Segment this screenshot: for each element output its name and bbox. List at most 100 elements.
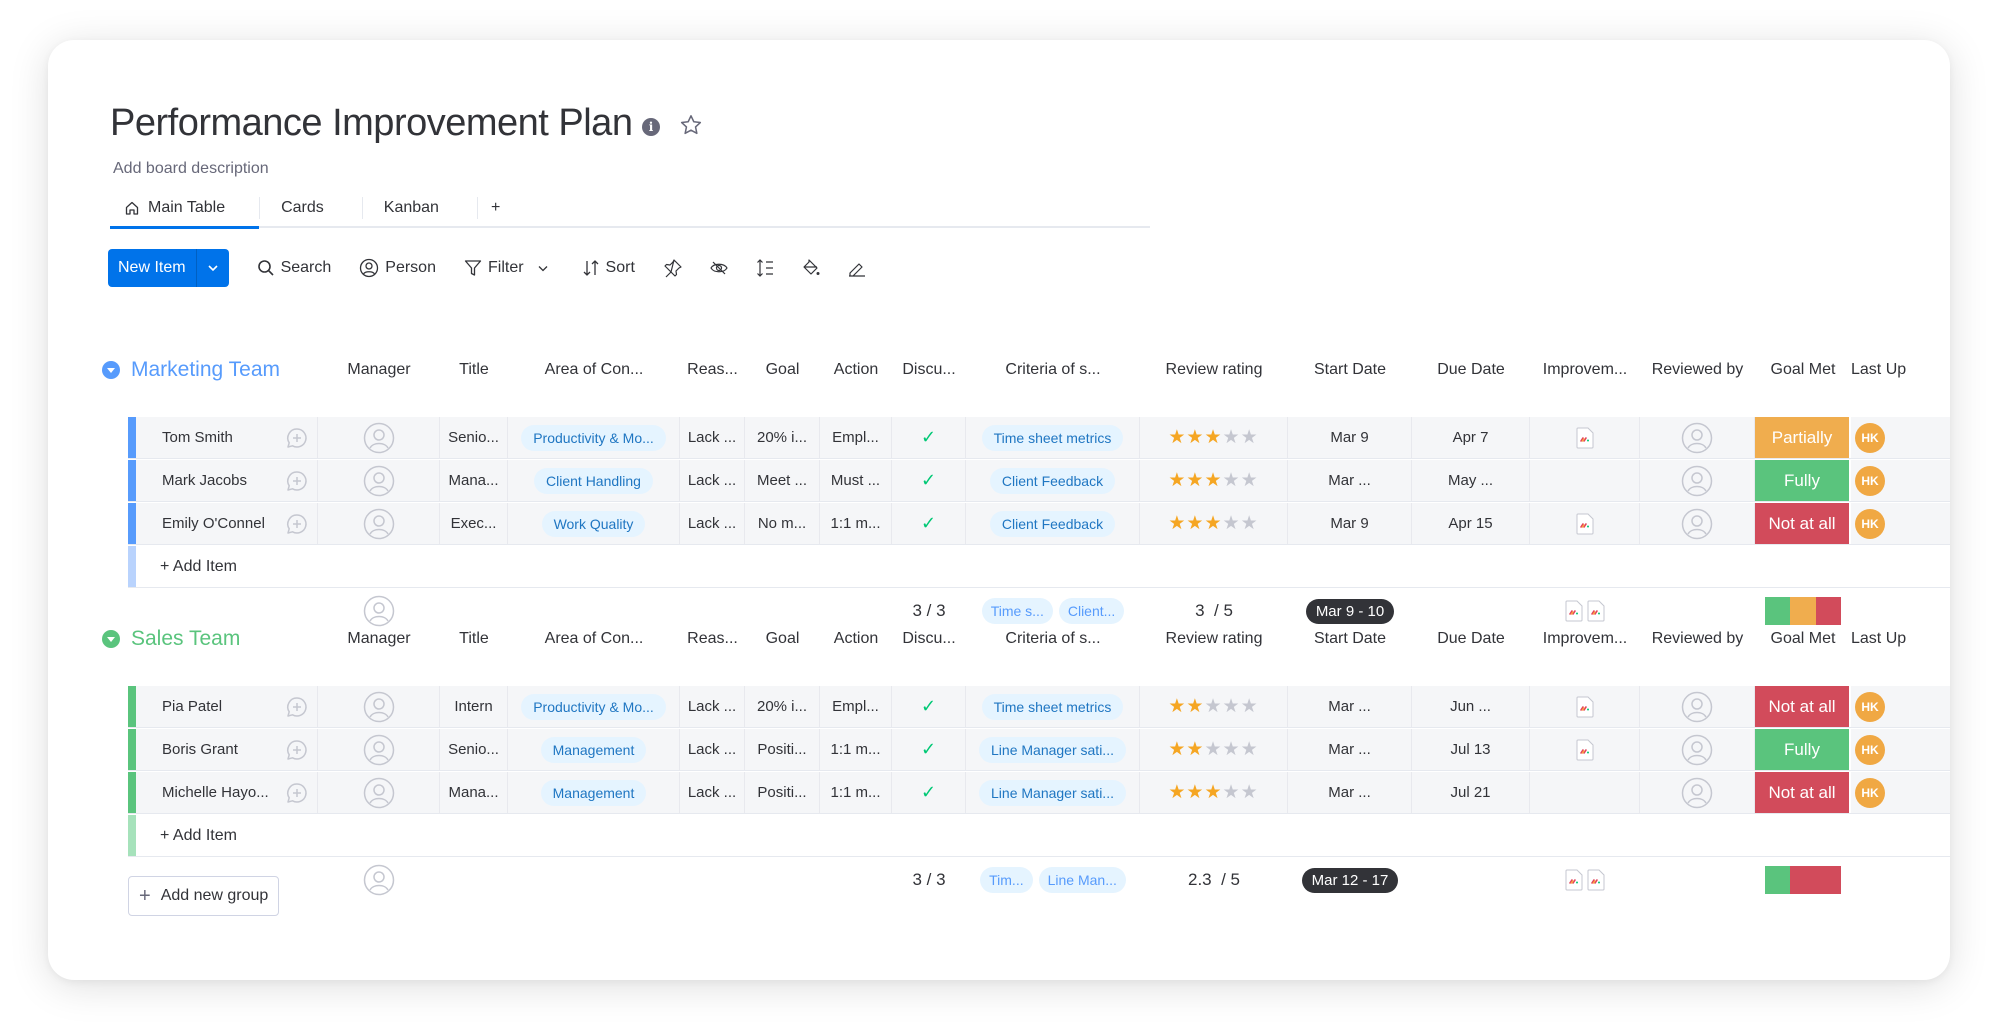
add-new-group-button[interactable]: + Add new group — [128, 876, 280, 916]
title-cell[interactable]: Mana... — [440, 772, 508, 813]
file-icon[interactable] — [1565, 869, 1583, 891]
star-empty-icon[interactable]: ★ — [1204, 739, 1222, 760]
person-placeholder-icon[interactable] — [1681, 465, 1713, 497]
star-filled-icon[interactable]: ★ — [1204, 513, 1222, 534]
rating-cell[interactable]: ★★★★★ — [1140, 686, 1288, 727]
add-item-input[interactable]: + Add Item — [160, 546, 237, 587]
pin-button[interactable] — [663, 258, 683, 278]
new-item-button[interactable]: New Item — [108, 249, 229, 287]
avatar[interactable]: HK — [1855, 777, 1885, 808]
item-name[interactable]: Tom Smith — [136, 417, 276, 458]
item-updates-cell[interactable] — [276, 417, 318, 458]
due-date-cell[interactable]: Apr 15 — [1412, 503, 1530, 544]
goal-met-cell[interactable]: Not at all — [1755, 772, 1851, 813]
area-cell[interactable]: Management — [508, 772, 680, 813]
star-filled-icon[interactable]: ★ — [1186, 782, 1204, 803]
item-name[interactable]: Emily O'Connel — [136, 503, 276, 544]
start-date-cell[interactable]: Mar ... — [1288, 460, 1412, 501]
discussed-cell[interactable]: ✓ — [892, 417, 966, 458]
person-filter-button[interactable]: Person — [359, 258, 436, 278]
star-filled-icon[interactable]: ★ — [1186, 696, 1204, 717]
star-rating[interactable]: ★★★★★ — [1168, 781, 1258, 804]
person-placeholder-icon[interactable] — [363, 734, 395, 766]
star-filled-icon[interactable]: ★ — [1168, 782, 1186, 803]
reason-cell[interactable]: Lack ... — [680, 686, 745, 727]
star-empty-icon[interactable]: ★ — [1241, 470, 1259, 491]
item-name[interactable]: Michelle Hayo... — [136, 772, 276, 813]
manager-cell[interactable] — [318, 729, 440, 770]
criteria-cell[interactable]: Time sheet metrics — [966, 686, 1140, 727]
item-updates-cell[interactable] — [276, 460, 318, 501]
improvement-file-cell[interactable] — [1530, 460, 1640, 501]
add-item-row[interactable]: + Add Item — [128, 546, 1950, 588]
column-header[interactable]: Reas... — [680, 619, 745, 659]
star-filled-icon[interactable]: ★ — [1186, 739, 1204, 760]
area-cell[interactable]: Productivity & Mo... — [508, 686, 680, 727]
star-filled-icon[interactable]: ★ — [1168, 427, 1186, 448]
improvement-file-cell[interactable] — [1530, 686, 1640, 727]
action-cell[interactable]: Must ... — [820, 460, 892, 501]
due-date-cell[interactable]: May ... — [1412, 460, 1530, 501]
star-filled-icon[interactable]: ★ — [1204, 470, 1222, 491]
column-header[interactable]: Goal — [745, 619, 820, 659]
add-update-icon[interactable] — [285, 695, 309, 719]
star-rating[interactable]: ★★★★★ — [1168, 695, 1258, 718]
reviewed-by-cell[interactable] — [1640, 729, 1755, 770]
title-cell[interactable]: Mana... — [440, 460, 508, 501]
discussed-cell[interactable]: ✓ — [892, 460, 966, 501]
action-cell[interactable]: Empl... — [820, 417, 892, 458]
reason-cell[interactable]: Lack ... — [680, 729, 745, 770]
due-date-cell[interactable]: Jun ... — [1412, 686, 1530, 727]
improvement-file-cell[interactable] — [1530, 729, 1640, 770]
board-title[interactable]: Performance Improvement Plan — [110, 102, 633, 145]
group-title[interactable]: Marketing Team — [131, 358, 280, 382]
column-header[interactable]: Title — [440, 619, 508, 659]
due-date-cell[interactable]: Jul 13 — [1412, 729, 1530, 770]
person-placeholder-icon[interactable] — [363, 691, 395, 723]
goal-cell[interactable]: Positi... — [745, 772, 820, 813]
manager-cell[interactable] — [318, 686, 440, 727]
reason-cell[interactable]: Lack ... — [680, 503, 745, 544]
new-item-main[interactable]: New Item — [108, 249, 197, 287]
item-updates-cell[interactable] — [276, 686, 318, 727]
criteria-cell[interactable]: Client Feedback — [966, 503, 1140, 544]
star-filled-icon[interactable]: ★ — [1168, 513, 1186, 534]
title-cell[interactable]: Senio... — [440, 729, 508, 770]
goal-cell[interactable]: Positi... — [745, 729, 820, 770]
star-empty-icon[interactable]: ★ — [1223, 427, 1241, 448]
person-placeholder-icon[interactable] — [363, 777, 395, 809]
star-rating[interactable]: ★★★★★ — [1168, 738, 1258, 761]
rating-cell[interactable]: ★★★★★ — [1140, 460, 1288, 501]
improvement-file-cell[interactable] — [1530, 772, 1640, 813]
column-header[interactable]: Title — [440, 350, 508, 390]
filter-button[interactable]: Filter — [464, 259, 554, 277]
improvement-file-cell[interactable] — [1530, 417, 1640, 458]
column-header[interactable]: Review rating — [1140, 350, 1288, 390]
goal-cell[interactable]: 20% i... — [745, 417, 820, 458]
action-cell[interactable]: Empl... — [820, 686, 892, 727]
item-updates-cell[interactable] — [276, 729, 318, 770]
star-filled-icon[interactable]: ★ — [1186, 513, 1204, 534]
add-item-row[interactable]: + Add Item — [128, 815, 1950, 857]
column-header[interactable]: Due Date — [1412, 350, 1530, 390]
edit-button[interactable] — [847, 258, 867, 278]
star-filled-icon[interactable]: ★ — [1168, 696, 1186, 717]
board-description[interactable]: Add board description — [113, 160, 269, 178]
rating-cell[interactable]: ★★★★★ — [1140, 503, 1288, 544]
star-empty-icon[interactable]: ★ — [1204, 696, 1222, 717]
rating-cell[interactable]: ★★★★★ — [1140, 417, 1288, 458]
star-rating[interactable]: ★★★★★ — [1168, 426, 1258, 449]
star-empty-icon[interactable]: ★ — [1241, 696, 1259, 717]
star-empty-icon[interactable]: ★ — [1241, 513, 1259, 534]
column-header[interactable]: Review rating — [1140, 619, 1288, 659]
criteria-cell[interactable]: Client Feedback — [966, 460, 1140, 501]
reviewed-by-cell[interactable] — [1640, 503, 1755, 544]
column-header[interactable]: Discu... — [892, 619, 966, 659]
avatar[interactable]: HK — [1855, 734, 1885, 765]
tab-cards[interactable]: Cards — [259, 189, 362, 227]
column-header[interactable]: Last Up — [1851, 350, 1911, 390]
column-header[interactable]: Improvem... — [1530, 350, 1640, 390]
criteria-cell[interactable]: Time sheet metrics — [966, 417, 1140, 458]
star-filled-icon[interactable]: ★ — [1168, 739, 1186, 760]
person-placeholder-icon[interactable] — [1681, 691, 1713, 723]
